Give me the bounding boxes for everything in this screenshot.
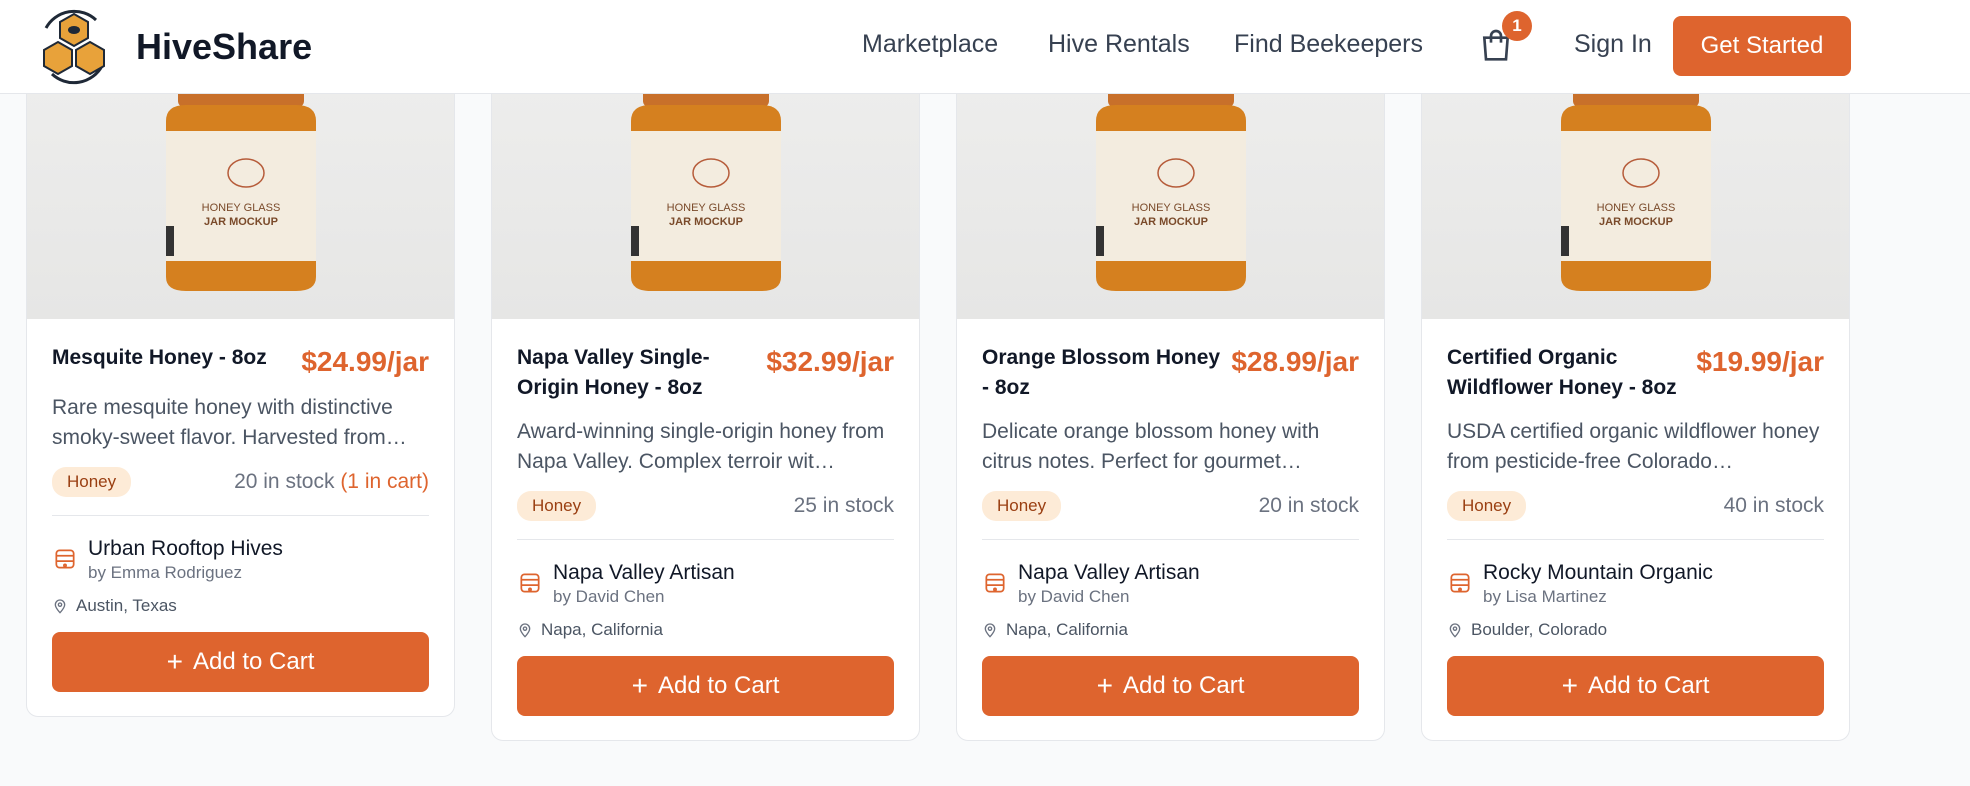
nav-link-hive-rentals[interactable]: Hive Rentals [1048,30,1190,59]
add-to-cart-label: Add to Cart [192,648,315,675]
location-text: Boulder, Colorado [1471,620,1608,639]
product-card[interactable]: HONEY GLASS JAR MOCKUP Certified Organic… [1421,0,1850,741]
svg-text:JAR MOCKUP: JAR MOCKUP [1599,216,1673,228]
add-to-cart-label: Add to Cart [1122,672,1245,699]
product-grid: HONEY GLASS JAR MOCKUP Mesquite Honey - … [0,0,1970,786]
product-price: $24.99/jar [301,346,429,377]
svg-text:HONEY GLASS: HONEY GLASS [1131,202,1210,214]
honey-jar-image: HONEY GLASS JAR MOCKUP [165,81,316,291]
svg-text:JAR MOCKUP: JAR MOCKUP [1134,216,1208,228]
stock-label: 20 in stock [1258,494,1359,517]
cart-count-badge: 1 [1502,11,1532,41]
category-tag: Honey [1447,491,1527,521]
add-to-cart-label: Add to Cart [657,672,780,699]
stock-count: 20 in stock [1259,494,1359,518]
category-tag: Honey [52,467,132,497]
svg-text:HONEY GLASS: HONEY GLASS [1596,202,1675,214]
honeycomb-bee-logo-icon [43,9,105,85]
divider [1447,539,1824,540]
product-description: USDA certified organic wildflower honey … [1447,420,1820,473]
svg-text:JAR MOCKUP: JAR MOCKUP [204,216,278,228]
plus-icon: + [1561,670,1578,701]
product-price: $32.99/jar [766,346,894,377]
plus-icon: + [166,646,183,677]
beehive-icon [985,573,1005,593]
location-text: Napa, California [1006,620,1128,639]
product-card[interactable]: HONEY GLASS JAR MOCKUP Napa Valley Singl… [491,0,920,741]
stock-count: 40 in stock [1724,494,1824,518]
nav-link-marketplace[interactable]: Marketplace [862,30,998,59]
seller-name[interactable]: Napa Valley Artisan [1018,560,1200,586]
map-pin-icon [1449,623,1461,638]
location-text: Napa, California [541,620,663,639]
seller-info[interactable]: Urban Rooftop Hives by Emma Rodriguez [52,536,429,584]
add-to-cart-button[interactable]: + Add to Cart [52,632,429,692]
beehive-icon [1450,573,1470,593]
top-navbar: HiveShare Marketplace Hive Rentals Find … [0,0,1970,94]
product-description: Rare mesquite honey with distinctive smo… [52,396,407,449]
honey-jar-image: HONEY GLASS JAR MOCKUP [1095,81,1246,291]
brand-name: HiveShare [136,26,313,67]
location: Boulder, Colorado [1447,620,1824,640]
seller-owner: by David Chen [553,587,665,606]
product-title[interactable]: Napa Valley Single-Origin Honey - 8oz [517,343,762,403]
map-pin-icon [54,599,66,614]
beehive-icon [520,573,540,593]
seller-info[interactable]: Rocky Mountain Organic by Lisa Martinez [1447,560,1824,608]
stock-label: 40 in stock [1723,494,1824,517]
product-card[interactable]: HONEY GLASS JAR MOCKUP Orange Blossom Ho… [956,0,1385,741]
product-price: $19.99/jar [1696,346,1824,377]
plus-icon: + [1096,670,1113,701]
nav-link-find-beekeepers[interactable]: Find Beekeepers [1234,30,1423,59]
product-description: Award-winning single-origin honey from N… [517,420,885,473]
brand[interactable]: HiveShare [36,8,312,86]
seller-name[interactable]: Napa Valley Artisan [553,560,735,586]
category-tag: Honey [517,491,597,521]
stock-count: 25 in stock [794,494,894,518]
divider [52,515,429,516]
location-text: Austin, Texas [76,596,177,615]
product-card[interactable]: HONEY GLASS JAR MOCKUP Mesquite Honey - … [26,0,455,717]
add-to-cart-button[interactable]: + Add to Cart [1447,656,1824,716]
product-title[interactable]: Mesquite Honey - 8oz [52,343,297,373]
seller-owner: by Lisa Martinez [1483,587,1607,606]
map-pin-icon [519,623,531,638]
divider [517,539,894,540]
svg-text:HONEY GLASS: HONEY GLASS [201,202,280,214]
product-description: Delicate orange blossom honey with citru… [982,420,1320,473]
seller-name[interactable]: Rocky Mountain Organic [1483,560,1713,586]
product-title[interactable]: Orange Blossom Honey - 8oz [982,343,1227,403]
location: Austin, Texas [52,596,429,616]
seller-owner: by Emma Rodriguez [88,563,243,582]
location: Napa, California [517,620,894,640]
add-to-cart-label: Add to Cart [1587,672,1710,699]
beehive-icon [55,549,75,569]
in-cart-label: (1 in cart) [340,470,429,493]
product-price: $28.99/jar [1231,346,1359,377]
get-started-button[interactable]: Get Started [1673,16,1851,76]
plus-icon: + [631,670,648,701]
svg-text:HONEY GLASS: HONEY GLASS [666,202,745,214]
honey-jar-image: HONEY GLASS JAR MOCKUP [630,81,781,291]
location: Napa, California [982,620,1359,640]
product-title[interactable]: Certified Organic Wildflower Honey - 8oz [1447,343,1692,403]
seller-info[interactable]: Napa Valley Artisan by David Chen [982,560,1359,608]
map-pin-icon [984,623,996,638]
svg-text:JAR MOCKUP: JAR MOCKUP [669,216,743,228]
add-to-cart-button[interactable]: + Add to Cart [517,656,894,716]
seller-info[interactable]: Napa Valley Artisan by David Chen [517,560,894,608]
sign-in-link[interactable]: Sign In [1574,30,1652,59]
seller-name[interactable]: Urban Rooftop Hives [88,536,283,562]
honey-jar-image: HONEY GLASS JAR MOCKUP [1560,81,1711,291]
stock-count: 20 in stock (1 in cart) [234,470,429,494]
stock-label: 25 in stock [793,494,894,517]
stock-label: 20 in stock [234,470,335,493]
add-to-cart-button[interactable]: + Add to Cart [982,656,1359,716]
divider [982,539,1359,540]
category-tag: Honey [982,491,1062,521]
seller-owner: by David Chen [1018,587,1130,606]
